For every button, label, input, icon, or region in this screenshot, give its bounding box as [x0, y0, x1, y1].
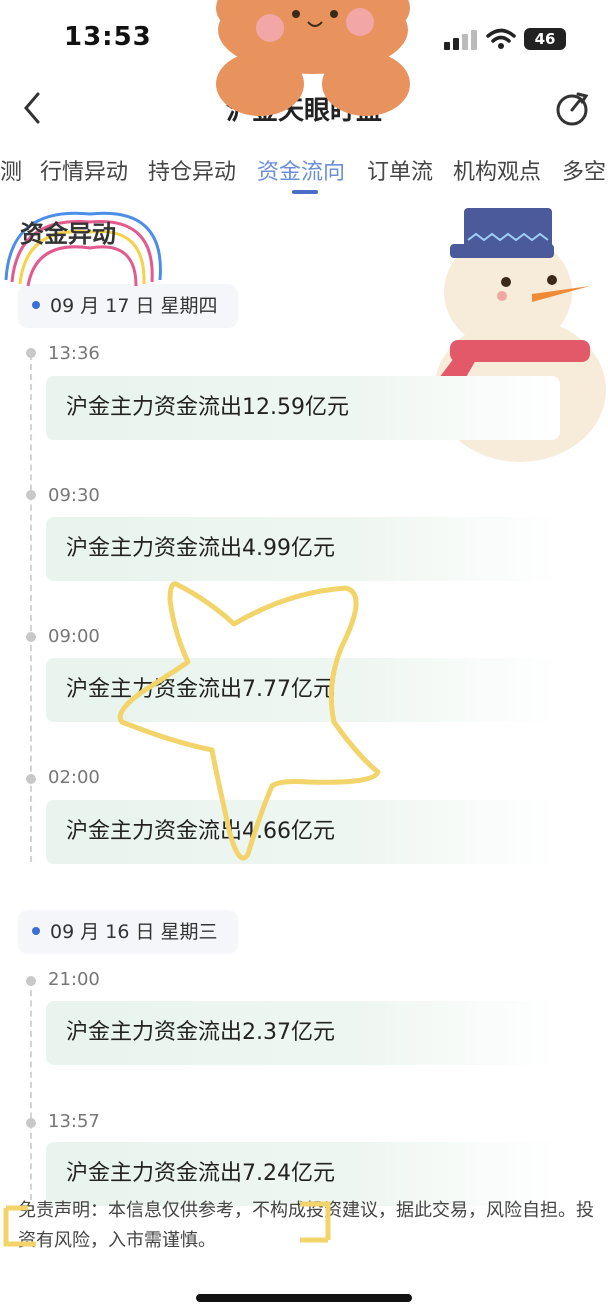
timeline-dot	[26, 632, 36, 642]
timeline-line	[30, 980, 32, 1200]
nav-bar: 沪金天眼盯盘	[0, 80, 608, 140]
event-card[interactable]: 沪金主力资金流出4.99亿元	[46, 517, 560, 581]
timeline-dot	[26, 348, 36, 358]
signal-icon	[444, 30, 477, 50]
timeline-dot	[26, 1118, 36, 1128]
wifi-icon	[486, 28, 516, 49]
event-time: 09:00	[48, 626, 100, 647]
tab-long-short[interactable]: 多空	[562, 154, 606, 186]
event-time: 13:57	[48, 1111, 100, 1132]
tab-fund-flow[interactable]: 资金流向	[257, 154, 345, 186]
tab-order-flow[interactable]: 订单流	[367, 154, 433, 186]
date-label: 09 月 16 日 星期三	[50, 921, 218, 943]
active-tab-indicator	[292, 190, 318, 194]
tab-institution-views[interactable]: 机构观点	[453, 154, 541, 186]
date-dot	[32, 300, 40, 309]
timeline-dot	[26, 976, 36, 986]
disclaimer: 免责声明：本信息仅供参考，不构成投资建议，据此交易，风险自担。投资有风险，入市需…	[18, 1200, 594, 1251]
event-time: 09:30	[48, 485, 100, 506]
status-time: 13:53	[64, 22, 152, 52]
event-time: 02:00	[48, 767, 100, 788]
timeline-dot	[26, 490, 36, 500]
event-time: 13:36	[48, 343, 100, 364]
event-card[interactable]: 沪金主力资金流出4.66亿元	[46, 800, 560, 864]
date-label: 09 月 17 日 星期四	[50, 295, 218, 317]
event-card[interactable]: 沪金主力资金流出12.59亿元	[46, 376, 560, 440]
section-title: 资金异动	[20, 220, 116, 248]
tab-bar: 测 行情异动 持仓异动 资金流向 订单流 机构观点 多空	[0, 150, 608, 200]
tab-position-moves[interactable]: 持仓异动	[148, 154, 236, 186]
tab-partial[interactable]: 测	[0, 154, 22, 186]
tab-market-moves[interactable]: 行情异动	[40, 154, 128, 186]
event-time: 21:00	[48, 969, 100, 990]
event-card[interactable]: 沪金主力资金流出2.37亿元	[46, 1001, 560, 1065]
status-bar: 13:53 46	[0, 0, 608, 80]
date-dot	[32, 926, 40, 935]
timeline-dot	[26, 774, 36, 784]
page-title: 沪金天眼盯盘	[225, 96, 382, 126]
date-header: 09 月 16 日 星期三	[18, 910, 238, 954]
refresh-icon[interactable]	[552, 88, 592, 128]
battery-indicator: 46	[524, 28, 566, 50]
home-indicator[interactable]	[196, 1294, 412, 1302]
event-card[interactable]: 沪金主力资金流出7.77亿元	[46, 658, 560, 722]
timeline-line	[30, 354, 32, 862]
